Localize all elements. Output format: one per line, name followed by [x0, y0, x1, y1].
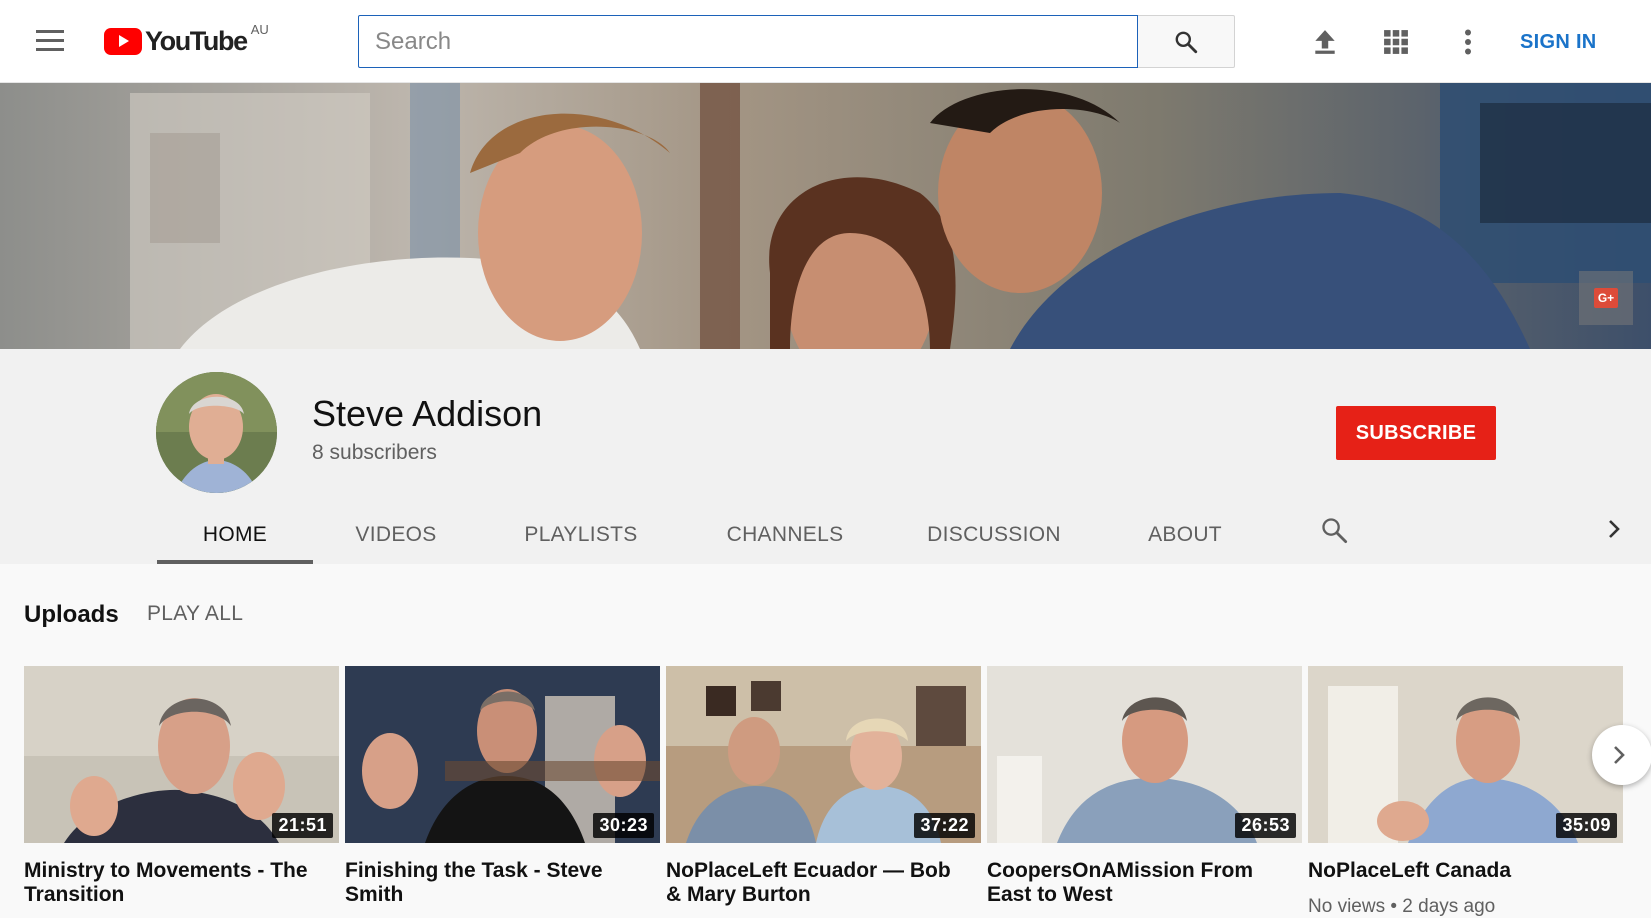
more-vert-icon[interactable] [1450, 24, 1486, 60]
video-card[interactable]: 37:22 NoPlaceLeft Ecuador — Bob & Mary B… [666, 666, 981, 914]
search-icon [1175, 31, 1198, 53]
video-thumbnail[interactable]: 26:53 [987, 666, 1302, 843]
video-card[interactable]: 21:51 Ministry to Movements - The Transi… [24, 666, 339, 914]
video-title[interactable]: NoPlaceLeft Ecuador — Bob & Mary Burton [666, 859, 971, 907]
shelf-next-button[interactable] [1592, 725, 1651, 785]
video-meta: No views • 2 days ago [1308, 896, 1496, 917]
video-title[interactable]: Finishing the Task - Steve Smith [345, 859, 650, 907]
channel-search-icon[interactable] [1316, 512, 1352, 548]
upload-icon[interactable] [1307, 24, 1343, 60]
subscriber-count: 8 subscribers [312, 441, 437, 464]
apps-grid-icon[interactable] [1378, 24, 1414, 60]
video-thumbnail[interactable]: 37:22 [666, 666, 981, 843]
video-thumbnail[interactable]: 30:23 [345, 666, 660, 843]
masthead: YouTube AU SIGN IN [0, 0, 1651, 83]
channel-avatar[interactable] [156, 372, 277, 493]
video-duration: 37:22 [914, 813, 975, 838]
tab-channels[interactable]: CHANNELS [723, 508, 847, 562]
search-input[interactable] [359, 16, 1137, 67]
google-plus-link[interactable]: G+ [1579, 271, 1633, 325]
search-box[interactable] [358, 15, 1138, 68]
google-plus-icon: G+ [1594, 288, 1618, 308]
tabs-chevron-right-icon[interactable] [1600, 514, 1628, 544]
video-duration: 35:09 [1556, 813, 1617, 838]
video-card[interactable]: 30:23 Finishing the Task - Steve Smith [345, 666, 660, 914]
video-duration: 30:23 [593, 813, 654, 838]
youtube-play-icon [104, 27, 142, 55]
youtube-logo[interactable]: YouTube AU [104, 21, 269, 58]
video-thumbnail[interactable]: 35:09 [1308, 666, 1623, 843]
video-duration: 21:51 [272, 813, 333, 838]
subscribe-button[interactable]: SUBSCRIBE [1336, 406, 1496, 460]
video-thumbnail[interactable]: 21:51 [24, 666, 339, 843]
country-code: AU [250, 21, 269, 37]
menu-icon[interactable] [36, 30, 64, 52]
sign-in-button[interactable]: SIGN IN [1520, 26, 1638, 58]
channel-name: Steve Addison [312, 393, 543, 434]
video-card[interactable]: 26:53 CoopersOnAMission From East to Wes… [987, 666, 1302, 914]
video-title[interactable]: Ministry to Movements - The Transition [24, 859, 329, 907]
video-duration: 26:53 [1235, 813, 1296, 838]
tab-about[interactable]: ABOUT [1144, 508, 1226, 562]
banner-image [0, 83, 1651, 349]
tab-discussion[interactable]: DISCUSSION [927, 508, 1060, 562]
logo-text: YouTube [145, 25, 248, 56]
video-card[interactable]: 35:09 NoPlaceLeft Canada No views • 2 da… [1308, 666, 1623, 917]
tab-home[interactable]: HOME [157, 508, 313, 562]
channel-banner [0, 83, 1651, 349]
play-all-button[interactable]: PLAY ALL [147, 602, 243, 626]
tab-playlists[interactable]: PLAYLISTS [520, 508, 642, 562]
chevron-right-icon [1614, 746, 1625, 764]
uploads-title[interactable]: Uploads [24, 601, 119, 629]
video-title[interactable]: CoopersOnAMission From East to West [987, 859, 1292, 907]
search-button[interactable] [1138, 15, 1235, 68]
tab-videos[interactable]: VIDEOS [350, 508, 442, 562]
video-title[interactable]: NoPlaceLeft Canada [1308, 859, 1613, 883]
